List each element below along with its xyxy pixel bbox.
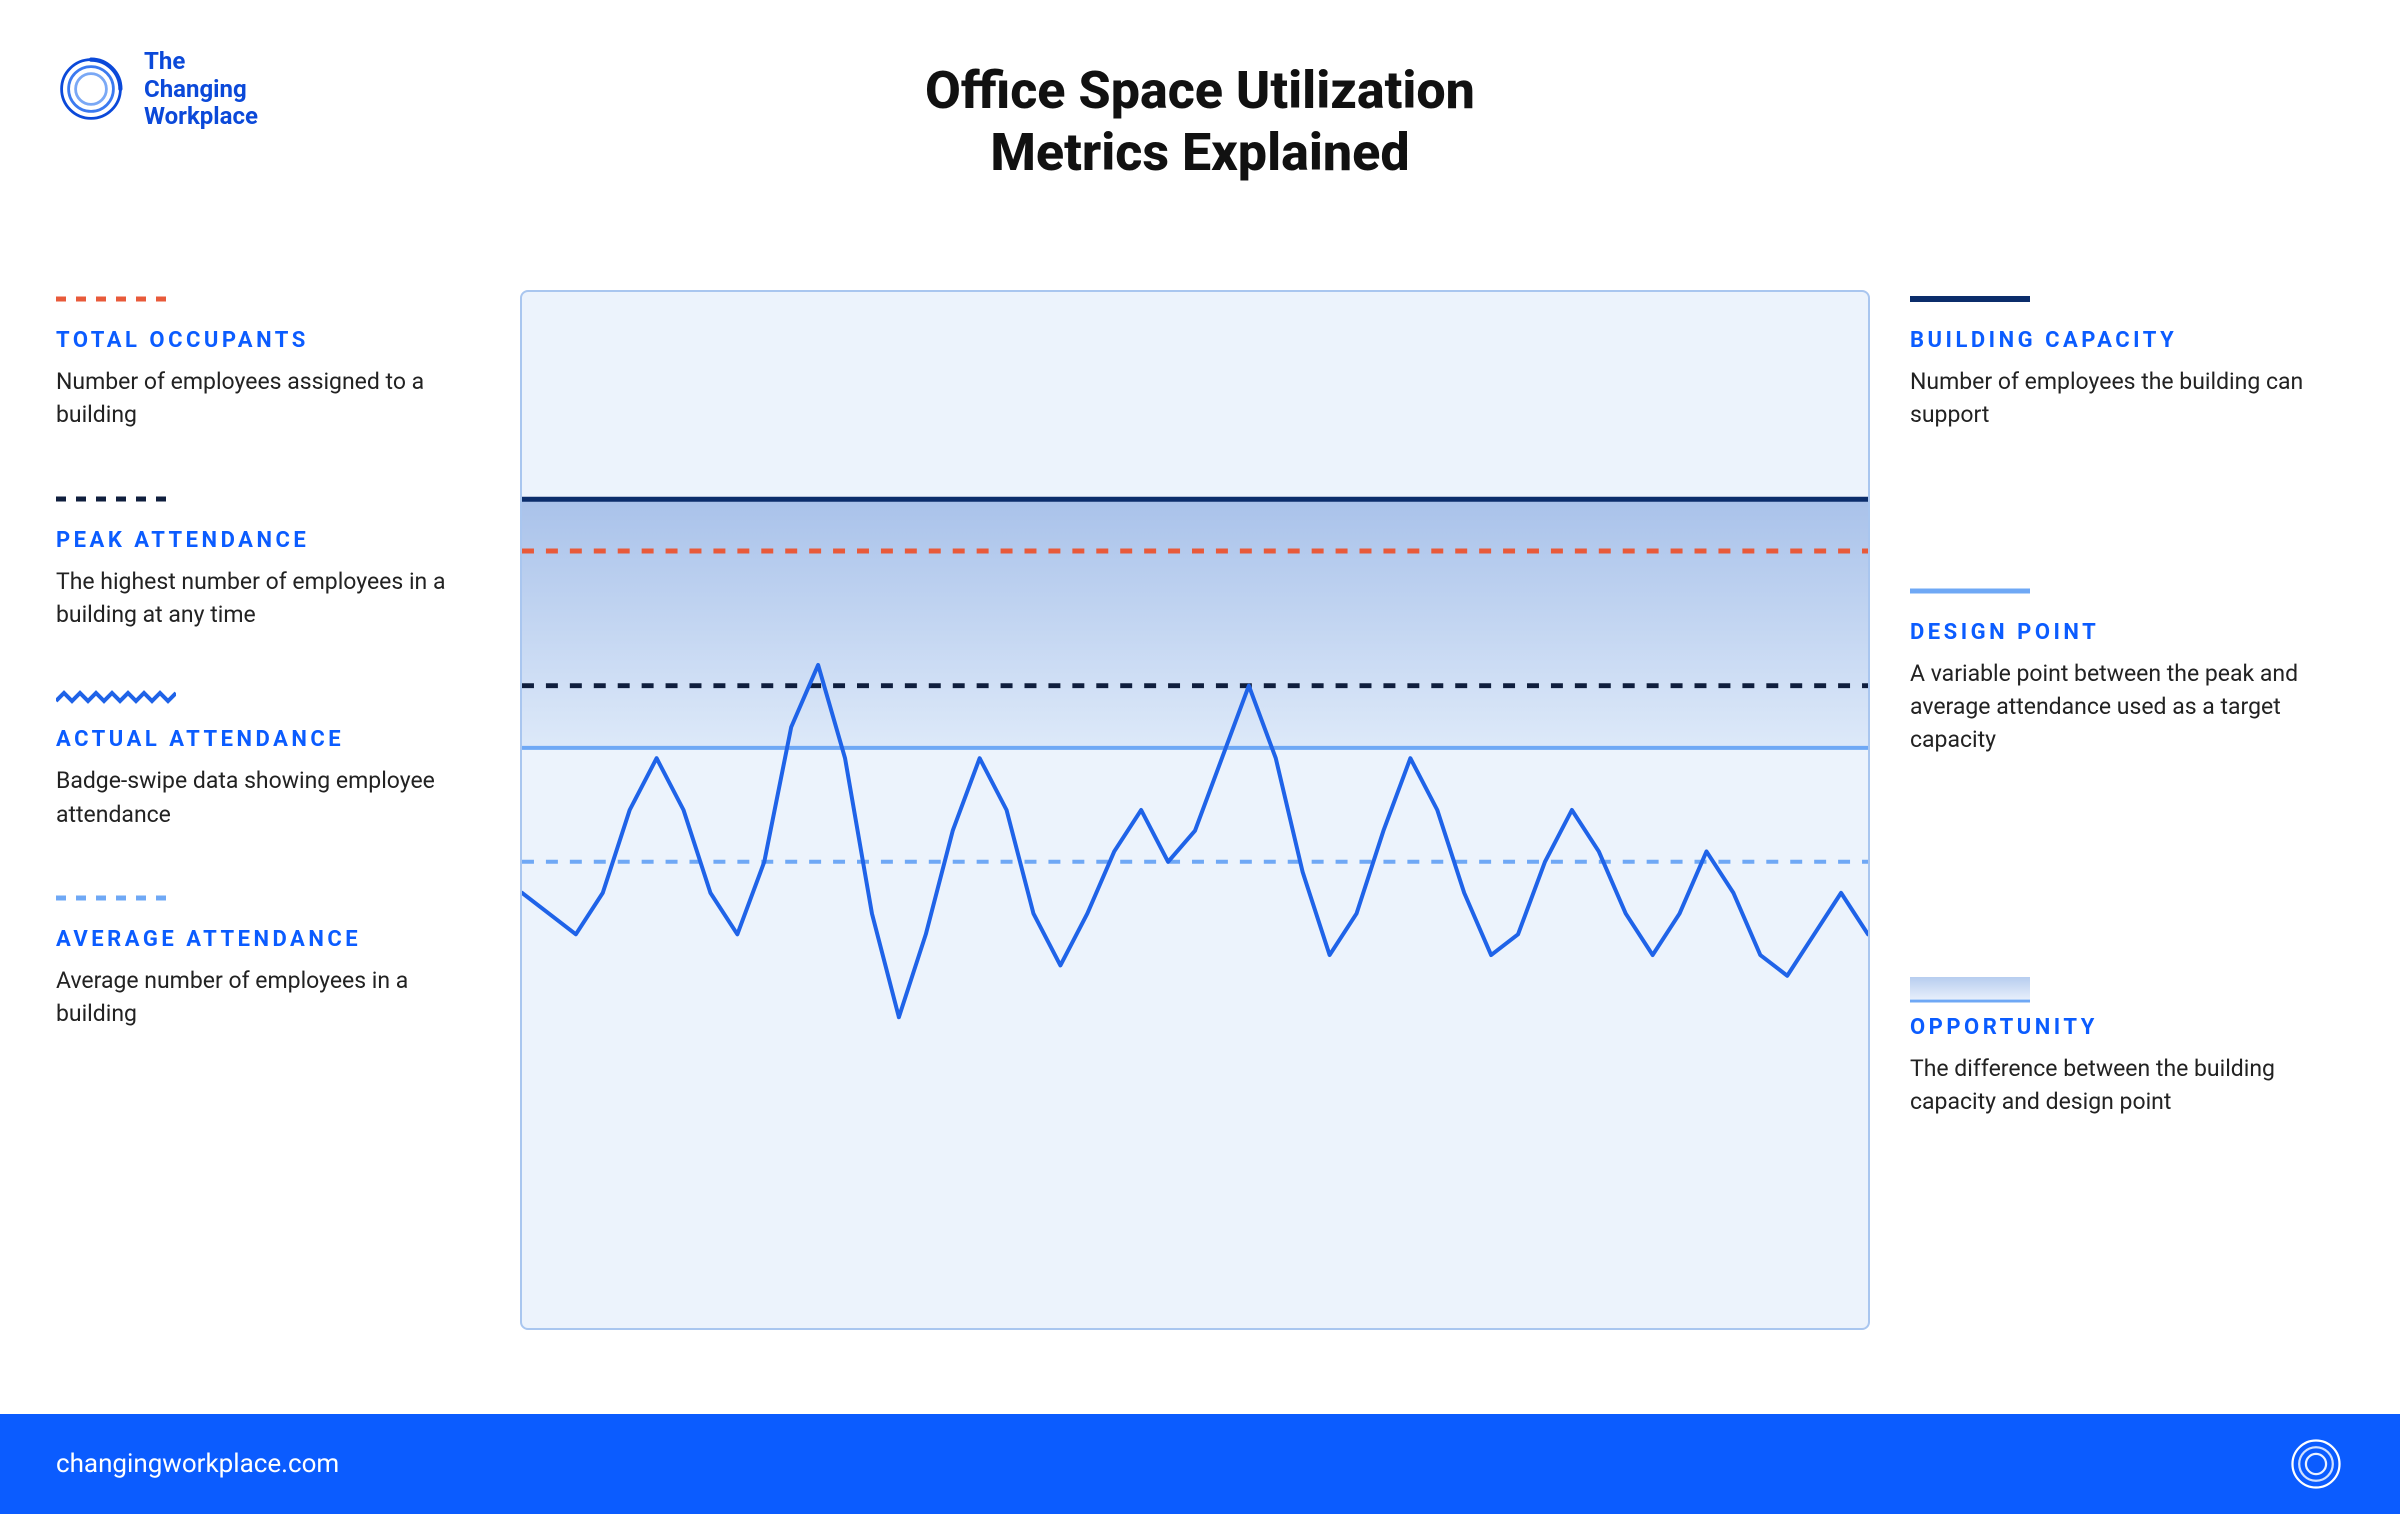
legend-desc: The highest number of employees in a bui… [56, 565, 466, 632]
legend-desc: Average number of employees in a buildin… [56, 964, 466, 1031]
legend-item: PEAK ATTENDANCE The highest number of em… [56, 490, 486, 632]
legend-swatch [56, 889, 176, 911]
legend-desc: The difference between the building capa… [1910, 1052, 2320, 1119]
utilization-chart [520, 290, 1870, 1330]
legend-desc: Number of employees the building can sup… [1910, 365, 2320, 432]
legend-item: AVERAGE ATTENDANCE Average number of emp… [56, 889, 486, 1031]
legend-desc: A variable point between the peak and av… [1910, 657, 2320, 757]
legend-swatch [56, 490, 176, 512]
legend-item: TOTAL OCCUPANTS Number of employees assi… [56, 290, 486, 432]
legend-item: OPPORTUNITY The difference between the b… [1910, 977, 2340, 1119]
legend-swatch [1910, 582, 2030, 604]
legend-left: TOTAL OCCUPANTS Number of employees assi… [56, 290, 486, 1089]
legend-label: OPPORTUNITY [1910, 1015, 2340, 1040]
page-title: Office Space Utilization Metrics Explain… [0, 60, 2400, 185]
legend-label: PEAK ATTENDANCE [56, 528, 486, 553]
legend-swatch [1910, 290, 2030, 312]
legend-swatch [56, 290, 176, 312]
footer-swirl-icon [2288, 1436, 2344, 1492]
legend-label: DESIGN POINT [1910, 620, 2340, 645]
legend-item: ACTUAL ATTENDANCE Badge-swipe data showi… [56, 689, 486, 831]
legend-swatch [56, 689, 176, 711]
legend-label: ACTUAL ATTENDANCE [56, 727, 486, 752]
footer-url: changingworkplace.com [56, 1449, 339, 1479]
legend-desc: Badge-swipe data showing employee attend… [56, 764, 466, 831]
legend-label: TOTAL OCCUPANTS [56, 328, 486, 353]
legend-label: BUILDING CAPACITY [1910, 328, 2340, 353]
legend-item: BUILDING CAPACITY Number of employees th… [1910, 290, 2340, 432]
footer-bar: changingworkplace.com [0, 1414, 2400, 1514]
legend-label: AVERAGE ATTENDANCE [56, 927, 486, 952]
legend-desc: Number of employees assigned to a buildi… [56, 365, 466, 432]
legend-swatch [1910, 977, 2030, 999]
legend-item: DESIGN POINT A variable point between th… [1910, 582, 2340, 757]
legend-right: BUILDING CAPACITY Number of employees th… [1910, 290, 2340, 1176]
